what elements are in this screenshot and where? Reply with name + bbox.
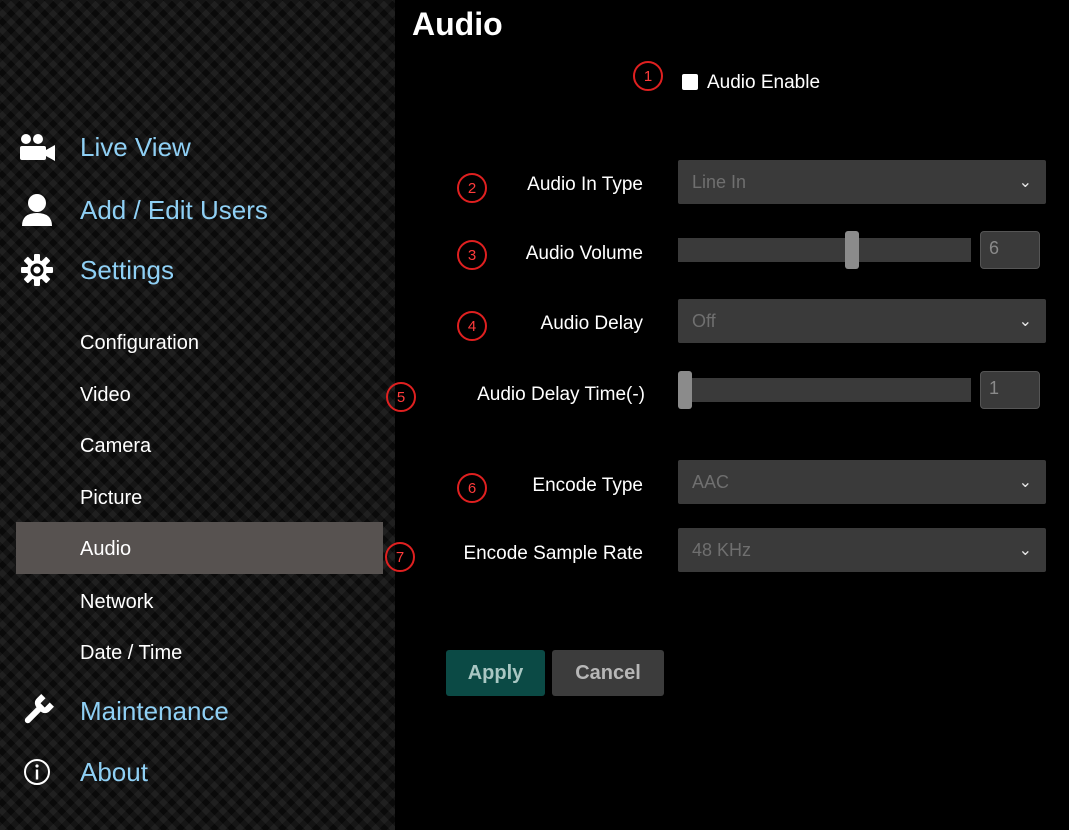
audio-in-type-select[interactable]: Line In ⌄	[678, 160, 1046, 204]
chevron-down-icon: ⌄	[1018, 474, 1032, 491]
sidebar-item-label: Maintenance	[80, 695, 229, 726]
audio-delay-time-slider[interactable]	[678, 378, 971, 402]
encode-sample-rate-label: Encode Sample Rate	[463, 543, 643, 564]
sidebar-item-maintenance[interactable]: Maintenance	[14, 691, 229, 731]
audio-delay-select[interactable]: Off ⌄	[678, 299, 1046, 343]
sidebar-item-picture[interactable]: Picture	[80, 487, 142, 510]
audio-volume-slider-handle[interactable]	[845, 231, 859, 269]
cancel-button[interactable]: Cancel	[552, 650, 664, 696]
sidebar-item-network[interactable]: Network	[80, 591, 153, 614]
sidebar-item-live-view[interactable]: Live View	[14, 127, 191, 167]
audio-delay-time-label: Audio Delay Time(-)	[477, 384, 645, 405]
callout-badge: 2	[457, 173, 487, 203]
user-icon	[14, 190, 60, 230]
encode-type-select[interactable]: AAC ⌄	[678, 460, 1046, 504]
encode-type-label: Encode Type	[532, 475, 643, 496]
chevron-down-icon: ⌄	[1018, 174, 1032, 191]
encode-sample-rate-value: 48 KHz	[692, 539, 752, 560]
audio-enable-label: Audio Enable	[707, 72, 821, 93]
encode-sample-rate-select[interactable]: 48 KHz ⌄	[678, 528, 1046, 572]
info-icon	[14, 752, 60, 792]
audio-volume-label: Audio Volume	[525, 243, 643, 264]
apply-button[interactable]: Apply	[446, 650, 545, 696]
sidebar-item-label: Live View	[80, 131, 191, 162]
sidebar-item-settings[interactable]: Settings	[14, 250, 174, 290]
sidebar-item-about[interactable]: About	[14, 752, 148, 792]
audio-volume-slider[interactable]	[678, 238, 971, 262]
sidebar-item-camera[interactable]: Camera	[80, 435, 151, 458]
sidebar-active-highlight	[16, 522, 383, 574]
audio-delay-time-input[interactable]: 1	[980, 371, 1040, 409]
sidebar-item-label: Add / Edit Users	[80, 194, 268, 225]
audio-delay-time-slider-handle[interactable]	[678, 371, 692, 409]
sidebar-item-label: About	[80, 756, 148, 787]
gear-icon	[14, 250, 60, 290]
audio-in-type-value: Line In	[692, 171, 747, 192]
callout-badge: 6	[457, 473, 487, 503]
sidebar-item-date-time[interactable]: Date / Time	[80, 642, 182, 665]
sidebar-item-video[interactable]: Video	[80, 384, 131, 407]
audio-delay-label: Audio Delay	[540, 313, 643, 334]
encode-type-value: AAC	[692, 471, 730, 492]
chevron-down-icon: ⌄	[1018, 313, 1032, 330]
audio-delay-value: Off	[692, 310, 716, 331]
callout-badge: 4	[457, 311, 487, 341]
sidebar-item-label: Settings	[80, 254, 174, 285]
audio-enable-checkbox[interactable]	[682, 74, 698, 90]
video-camera-icon	[14, 127, 60, 167]
page-title: Audio	[412, 6, 503, 42]
audio-volume-input[interactable]: 6	[980, 231, 1040, 269]
callout-badge: 3	[457, 240, 487, 270]
sidebar-item-configuration[interactable]: Configuration	[80, 332, 199, 355]
sidebar-item-audio[interactable]: Audio	[80, 538, 131, 561]
audio-in-type-label: Audio In Type	[527, 174, 643, 195]
sidebar-item-add-edit-users[interactable]: Add / Edit Users	[14, 190, 268, 230]
callout-badge: 1	[633, 61, 663, 91]
callout-badge: 5	[386, 382, 416, 412]
chevron-down-icon: ⌄	[1018, 542, 1032, 559]
sidebar: Live View Add / Edit Users Settings Conf…	[0, 0, 395, 830]
callout-badge: 7	[385, 542, 415, 572]
wrench-icon	[14, 691, 60, 731]
